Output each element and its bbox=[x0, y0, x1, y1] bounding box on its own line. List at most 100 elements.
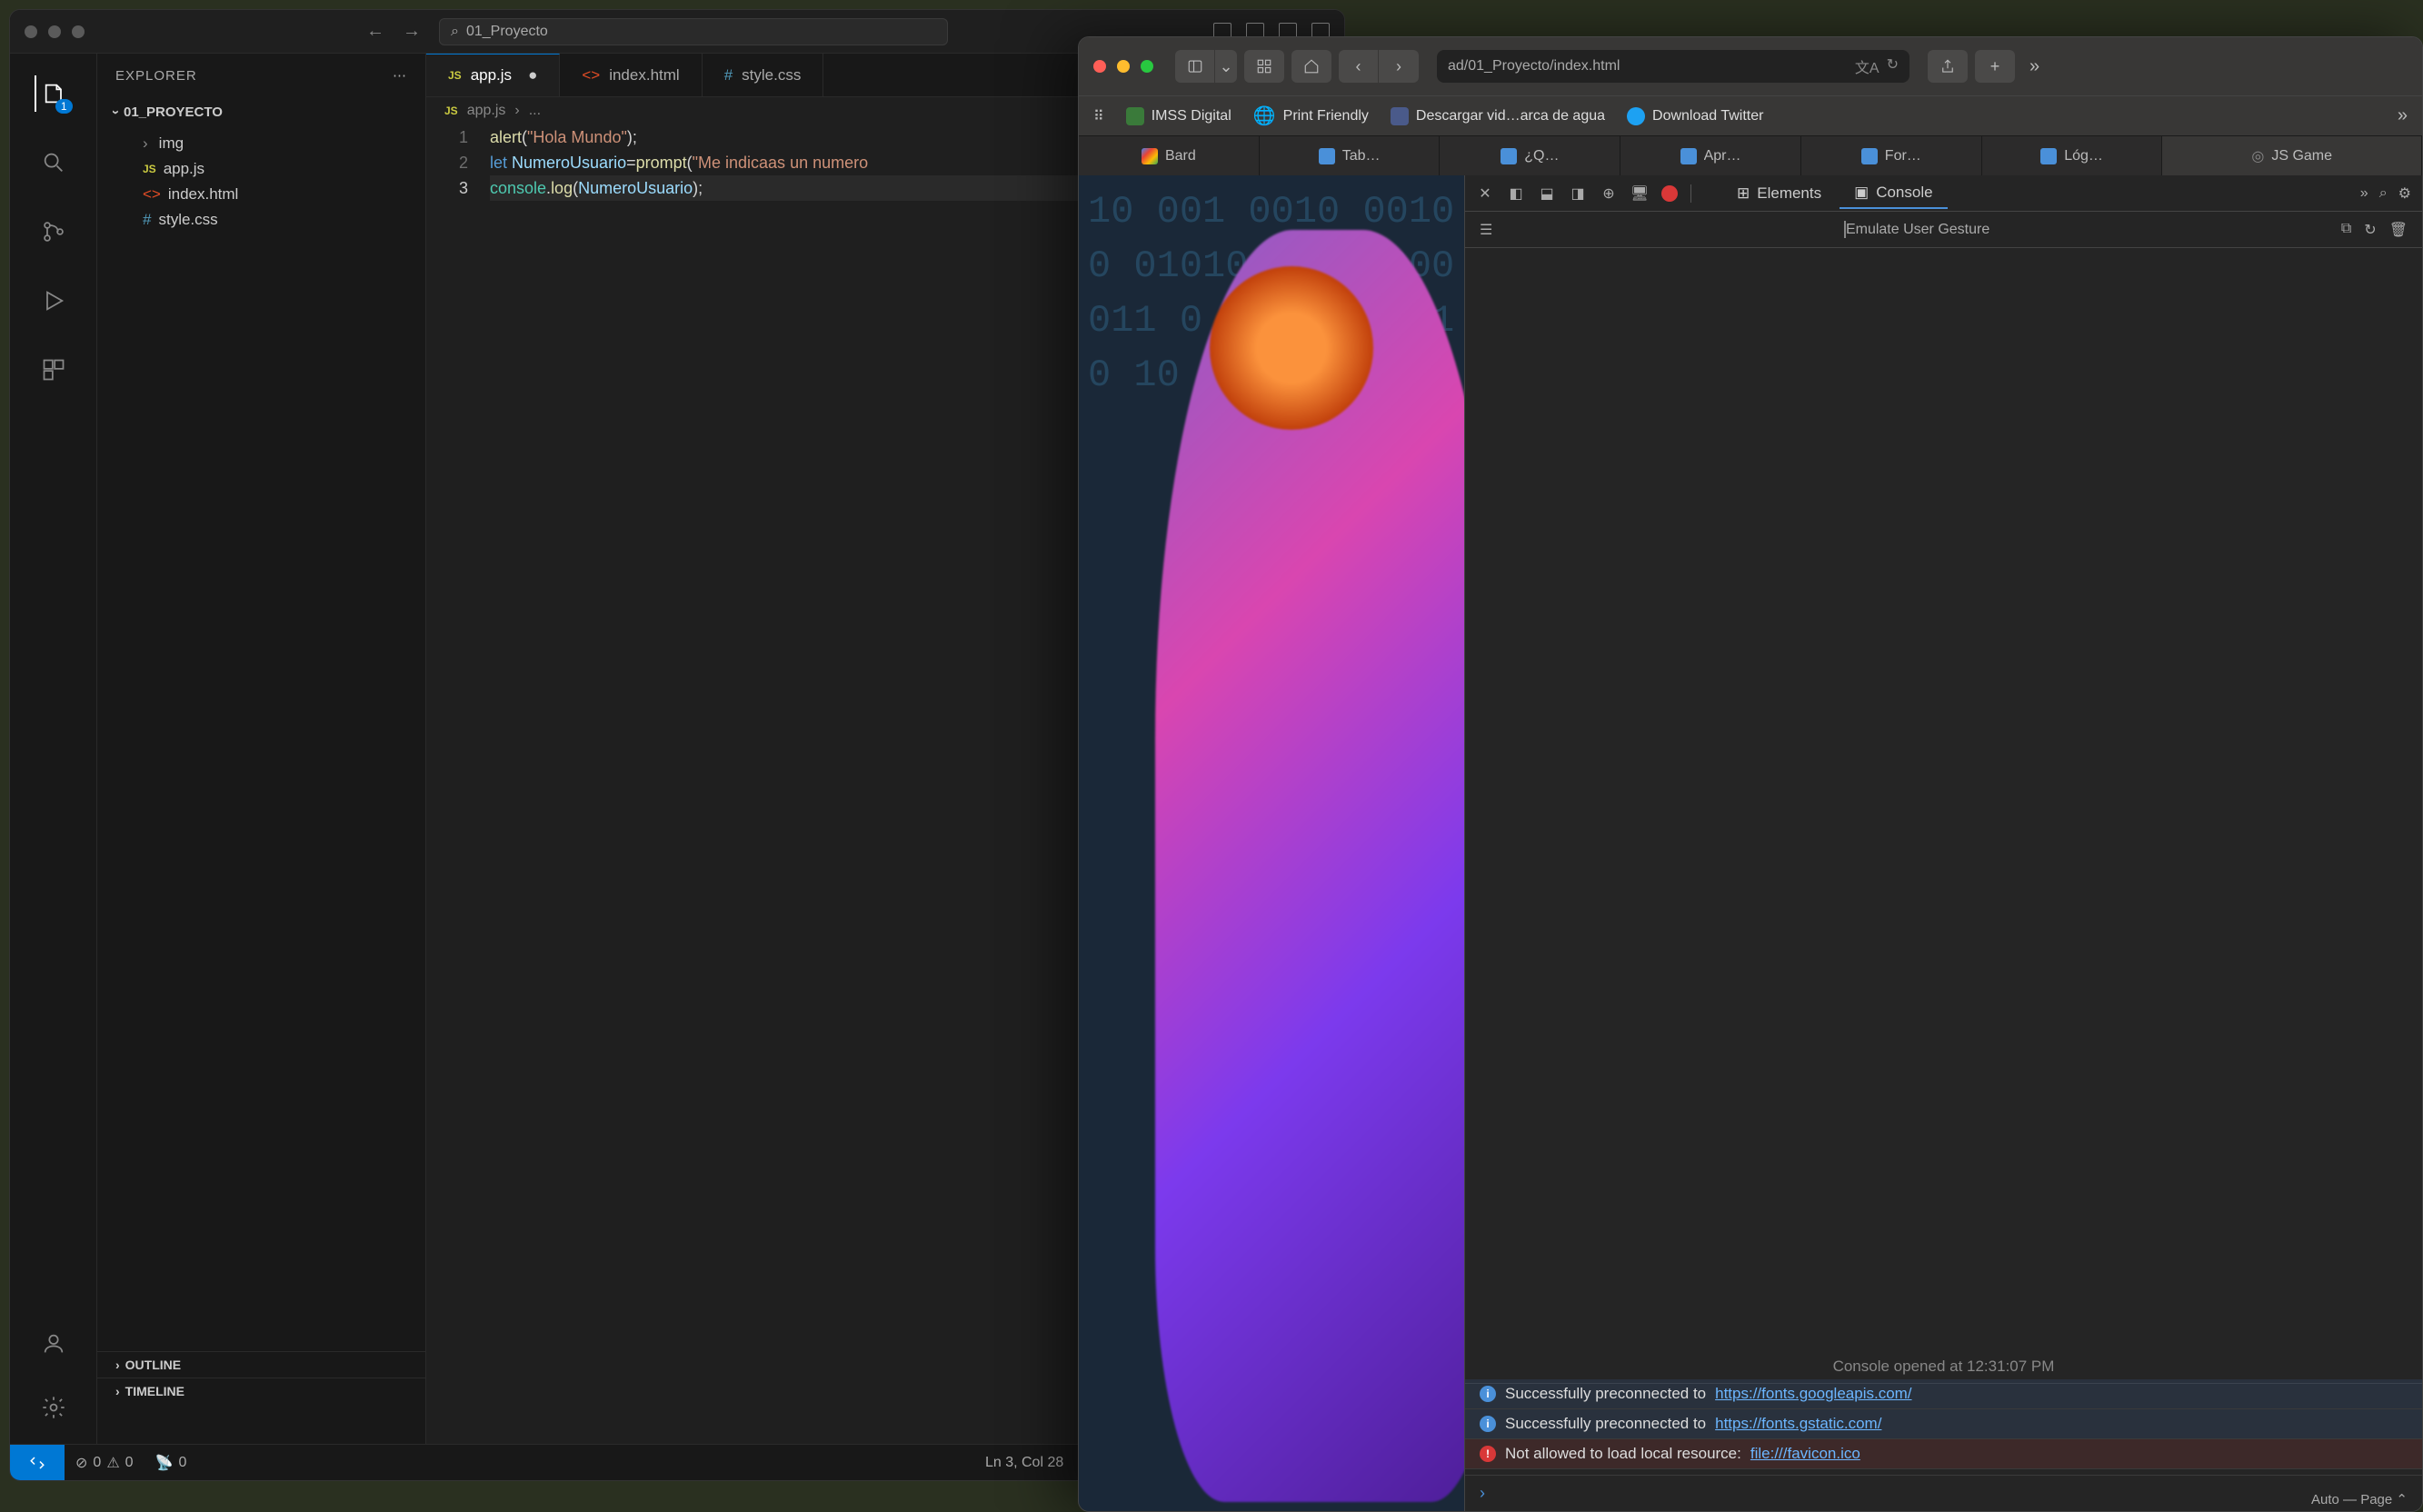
emulate-checkbox-group[interactable]: Emulate User Gesture bbox=[1844, 222, 1989, 238]
alura-icon bbox=[1680, 148, 1697, 164]
bookmark-twitter[interactable]: Download Twitter bbox=[1627, 107, 1763, 125]
errors-warnings[interactable]: ⊘0 ⚠0 bbox=[65, 1454, 145, 1472]
console-link[interactable]: https://fonts.gstatic.com/ bbox=[1715, 1415, 1881, 1433]
url-bar[interactable]: ad/01_Proyecto/index.html 文A ↻ bbox=[1437, 50, 1909, 83]
file-index-html[interactable]: <> index.html bbox=[97, 182, 425, 207]
settings-icon[interactable]: ⚙ bbox=[2398, 184, 2411, 203]
info-icon: i bbox=[1480, 1416, 1496, 1432]
sidebar-button-group: ⌄ bbox=[1175, 50, 1237, 83]
forward-button[interactable]: › bbox=[1379, 50, 1419, 83]
settings-gear-icon[interactable] bbox=[35, 1389, 72, 1426]
reload-icon[interactable]: ↻ bbox=[1887, 55, 1899, 77]
filter-icon[interactable]: ☰ bbox=[1480, 221, 1492, 239]
folder-img[interactable]: img bbox=[97, 131, 425, 156]
explorer-badge: 1 bbox=[55, 99, 73, 114]
tab-label: style.css bbox=[742, 66, 801, 85]
close-button[interactable] bbox=[1093, 60, 1106, 73]
page-viewport[interactable]: 10 001 0010 00100 01010 10 01000011 0 10… bbox=[1079, 175, 1464, 1511]
browser-tab-alura4[interactable]: For… bbox=[1801, 136, 1982, 175]
browser-tab-bard[interactable]: Bard bbox=[1079, 136, 1260, 175]
console-tab[interactable]: ▣ Console bbox=[1840, 178, 1947, 209]
file-style-css[interactable]: # style.css bbox=[97, 207, 425, 233]
tab-overview-button[interactable] bbox=[1244, 50, 1284, 83]
element-picker-icon[interactable]: ⊕ bbox=[1600, 184, 1618, 203]
css-file-icon: # bbox=[143, 211, 151, 229]
bookmark-print[interactable]: 🌐 Print Friendly bbox=[1253, 104, 1369, 127]
sidebar-dropdown-button[interactable]: ⌄ bbox=[1215, 50, 1237, 83]
js-file-icon: JS bbox=[143, 163, 156, 175]
elements-tab[interactable]: ⊞ Elements bbox=[1722, 178, 1836, 209]
chevron-down-icon bbox=[114, 104, 118, 120]
source-control-view-icon[interactable] bbox=[35, 214, 72, 250]
ports[interactable]: 📡0 bbox=[145, 1454, 198, 1472]
forward-button[interactable]: → bbox=[403, 21, 421, 42]
tab-style-css[interactable]: # style.css bbox=[703, 54, 824, 96]
dock-bottom-icon[interactable]: ⬓ bbox=[1538, 184, 1556, 203]
favorites-grip-icon[interactable]: ⠿ bbox=[1093, 107, 1104, 125]
favorites-bar: ⠿ IMSS Digital 🌐 Print Friendly Descarga… bbox=[1079, 95, 2422, 135]
new-tab-button[interactable]: + bbox=[1975, 50, 2015, 83]
tab-app-js[interactable]: JS app.js bbox=[426, 54, 560, 96]
bookmark-descargar[interactable]: Descargar vid…arca de agua bbox=[1391, 107, 1605, 125]
browser-tab-alura5[interactable]: Lóg… bbox=[1982, 136, 2163, 175]
close-window-button[interactable] bbox=[25, 25, 37, 38]
tabs-overflow-button[interactable]: » bbox=[2029, 56, 2039, 77]
tab-index-html[interactable]: <> index.html bbox=[560, 54, 702, 96]
safari-content: 10 001 0010 00100 01010 10 01000011 0 10… bbox=[1079, 175, 2422, 1511]
outline-section[interactable]: › OUTLINE bbox=[97, 1351, 426, 1378]
console-link[interactable]: https://fonts.googleapis.com/ bbox=[1715, 1385, 1911, 1403]
back-button[interactable]: ‹ bbox=[1339, 50, 1379, 83]
tab-label: app.js bbox=[471, 66, 512, 85]
nav-button-group: ‹ › bbox=[1339, 50, 1419, 83]
extensions-view-icon[interactable] bbox=[35, 352, 72, 388]
console-body[interactable]: Console opened at 12:31:07 PM i Successf… bbox=[1465, 248, 2422, 1511]
url-icons: 文A ↻ bbox=[1855, 55, 1899, 77]
favorites-overflow-button[interactable]: » bbox=[2398, 105, 2408, 126]
translate-icon[interactable]: 文A bbox=[1855, 55, 1880, 77]
home-button[interactable] bbox=[1291, 50, 1331, 83]
bookmark-label: IMSS Digital bbox=[1152, 108, 1231, 124]
close-devtools-icon[interactable]: ✕ bbox=[1476, 184, 1494, 203]
maximize-window-button[interactable] bbox=[72, 25, 85, 38]
browser-tab-alura2[interactable]: ¿Q… bbox=[1440, 136, 1620, 175]
maximize-button[interactable] bbox=[1141, 60, 1153, 73]
more-tabs-button[interactable]: » bbox=[2360, 185, 2368, 202]
minimize-button[interactable] bbox=[1117, 60, 1130, 73]
accounts-icon[interactable] bbox=[35, 1326, 72, 1362]
console-link[interactable]: file:///favicon.ico bbox=[1750, 1445, 1860, 1463]
minimize-window-button[interactable] bbox=[48, 25, 61, 38]
device-icon[interactable]: 🖥 bbox=[1630, 184, 1649, 203]
share-button[interactable] bbox=[1928, 50, 1968, 83]
project-root[interactable]: 01_PROYECTO bbox=[97, 97, 425, 127]
back-button[interactable]: ← bbox=[366, 21, 384, 42]
explorer-more-icon[interactable]: ⋯ bbox=[393, 67, 407, 84]
browser-tab-jsgame[interactable]: ◎ JS Game bbox=[2162, 136, 2422, 175]
traffic-lights bbox=[25, 25, 85, 38]
search-icon[interactable]: ⌕ bbox=[2379, 185, 2388, 202]
breadcrumb-more: ... bbox=[529, 103, 541, 119]
console-prompt[interactable]: › bbox=[1465, 1475, 2422, 1511]
dock-left-icon[interactable]: ◧ bbox=[1507, 184, 1525, 203]
file-app-js[interactable]: JS app.js bbox=[97, 156, 425, 182]
error-badge-icon[interactable] bbox=[1661, 185, 1678, 202]
bard-icon bbox=[1142, 148, 1158, 164]
explorer-view-icon[interactable]: 1 bbox=[35, 75, 71, 112]
bookmark-imss[interactable]: IMSS Digital bbox=[1126, 107, 1231, 125]
explorer-header: EXPLORER ⋯ bbox=[97, 54, 425, 97]
clear-icon[interactable]: 🗑 bbox=[2389, 221, 2408, 239]
error-icon: ! bbox=[1480, 1446, 1496, 1462]
browser-tab-alura3[interactable]: Apr… bbox=[1620, 136, 1801, 175]
cursor-position[interactable]: Ln 3, Col 28 bbox=[974, 1455, 1074, 1471]
search-view-icon[interactable] bbox=[35, 144, 72, 181]
reload-icon[interactable]: ↻ bbox=[2364, 221, 2376, 239]
sidebar-toggle-button[interactable] bbox=[1175, 50, 1215, 83]
robot-illustration bbox=[1155, 230, 1464, 1502]
browser-tab-alura1[interactable]: Tab… bbox=[1260, 136, 1441, 175]
run-debug-view-icon[interactable] bbox=[35, 283, 72, 319]
timeline-section[interactable]: › TIMELINE bbox=[97, 1378, 426, 1404]
preserve-log-icon[interactable]: ⧉ bbox=[2341, 221, 2351, 239]
devtools-footer[interactable]: Auto — Page ⌃ bbox=[2311, 1491, 2408, 1507]
command-search[interactable]: ⌕ 01_Proyecto bbox=[439, 18, 948, 45]
remote-button[interactable] bbox=[10, 1445, 65, 1480]
dock-right-icon[interactable]: ◨ bbox=[1569, 184, 1587, 203]
